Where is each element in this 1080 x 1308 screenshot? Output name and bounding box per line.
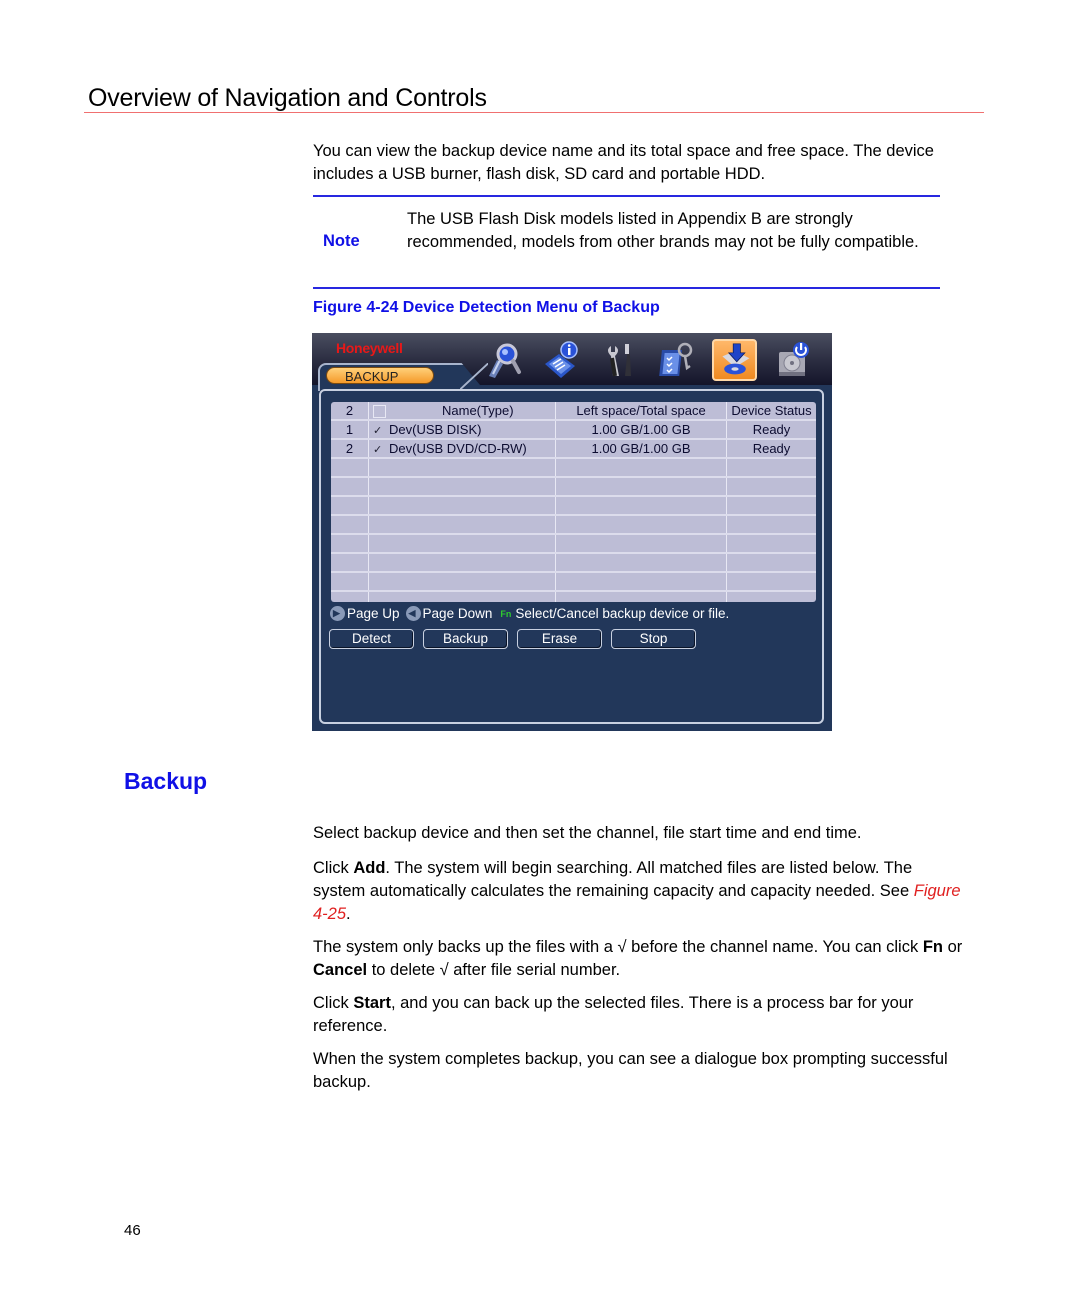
header-count: 2	[331, 402, 369, 421]
page-down-icon[interactable]: ◀	[405, 606, 421, 621]
info-icon[interactable]	[538, 339, 583, 381]
table-row[interactable]: 2 ✓ Dev(USB DVD/CD-RW) 1.00 GB/1.00 GB Re…	[331, 439, 816, 459]
empty-cell	[726, 572, 816, 592]
page-up-label: Page Up	[347, 606, 400, 621]
empty-cell	[331, 534, 369, 554]
select-all-checkbox[interactable]	[373, 405, 386, 418]
section-header: Overview of Navigation and Controls	[88, 84, 487, 112]
figure-caption: Figure 4-24 Device Detection Menu of Bac…	[313, 299, 660, 316]
shutdown-icon[interactable]	[770, 339, 815, 381]
empty-cell	[331, 515, 369, 535]
backup-paragraph-4: Click Start, and you can back up the sel…	[313, 994, 914, 1035]
device-table: 2 Name(Type) Left space/Total space Devi…	[331, 402, 816, 602]
note-bottom-divider	[313, 287, 940, 289]
empty-cell	[726, 591, 816, 602]
stop-button[interactable]: Stop	[611, 629, 696, 649]
action-buttons: Detect Backup Erase Stop	[329, 629, 696, 649]
detect-button[interactable]: Detect	[329, 629, 414, 649]
page-down-label: Page Down	[422, 606, 493, 621]
row-checkbox[interactable]: ✓	[373, 424, 385, 437]
honeywell-logo: Honeywell	[336, 340, 403, 356]
note-text: The USB Flash Disk models listed in Appe…	[407, 210, 919, 251]
empty-cell	[331, 496, 369, 516]
table-row-empty	[331, 515, 816, 535]
empty-cell	[331, 477, 369, 497]
empty-cell	[726, 553, 816, 573]
empty-cell	[368, 515, 556, 535]
empty-cell	[555, 496, 727, 516]
table-row-empty	[331, 458, 816, 478]
table-row-empty	[331, 496, 816, 516]
tab-backup[interactable]: BACKUP	[326, 367, 434, 384]
note-top-divider	[313, 195, 940, 197]
empty-cell	[726, 458, 816, 478]
empty-cell	[368, 496, 556, 516]
backup-paragraph-2: Click Add. The system will begin searchi…	[313, 859, 961, 923]
header-name: Name(Type)	[368, 402, 556, 421]
table-row-empty	[331, 477, 816, 497]
empty-cell	[726, 534, 816, 554]
page-up-icon[interactable]: ▶	[330, 606, 345, 621]
table-row-empty	[331, 572, 816, 592]
backup-paragraph-5: When the system completes backup, you ca…	[313, 1050, 948, 1091]
empty-cell	[555, 458, 727, 478]
row-space: 1.00 GB/1.00 GB	[555, 420, 727, 440]
header-status: Device Status	[726, 402, 816, 421]
empty-cell	[368, 458, 556, 478]
empty-cell	[555, 572, 727, 592]
row-number: 1	[331, 420, 369, 440]
row-name: ✓ Dev(USB DVD/CD-RW)	[368, 439, 556, 459]
fn-hint-text: Select/Cancel backup device or file.	[515, 606, 730, 621]
table-row-empty	[331, 534, 816, 554]
empty-cell	[368, 572, 556, 592]
row-space: 1.00 GB/1.00 GB	[555, 439, 727, 459]
row-number: 2	[331, 439, 369, 459]
empty-cell	[331, 572, 369, 592]
backup-paragraph-1: Select backup device and then set the ch…	[313, 824, 862, 842]
empty-cell	[331, 458, 369, 478]
empty-cell	[726, 477, 816, 497]
empty-cell	[726, 515, 816, 535]
empty-cell	[555, 534, 727, 554]
empty-cell	[368, 553, 556, 573]
header-divider	[84, 112, 984, 113]
row-name: ✓ Dev(USB DISK)	[368, 420, 556, 440]
backup-heading: Backup	[124, 768, 208, 794]
backup-icon[interactable]	[712, 339, 757, 381]
dvr-backup-screenshot: Honeywell BACKUP 2 Name(Type) Left space…	[312, 333, 832, 731]
intro-paragraph: You can view the backup device name and …	[313, 142, 934, 183]
search-icon[interactable]	[480, 339, 525, 381]
erase-button[interactable]: Erase	[517, 629, 602, 649]
empty-cell	[368, 591, 556, 602]
row-status: Ready	[726, 439, 816, 459]
empty-cell	[555, 515, 727, 535]
hint-bar: ▶ Page Up ◀ Page Down Fn Select/Cancel b…	[330, 606, 729, 621]
empty-cell	[555, 591, 727, 602]
checklist-icon[interactable]	[654, 339, 699, 381]
table-row-empty	[331, 591, 816, 602]
backup-button[interactable]: Backup	[423, 629, 508, 649]
backup-paragraph-3: The system only backs up the files with …	[313, 938, 963, 979]
empty-cell	[368, 534, 556, 554]
empty-cell	[331, 553, 369, 573]
fn-key-icon: Fn	[500, 608, 512, 619]
row-checkbox[interactable]: ✓	[373, 443, 385, 456]
row-status: Ready	[726, 420, 816, 440]
toolbar-icons	[480, 339, 815, 381]
table-header-row: 2 Name(Type) Left space/Total space Devi…	[331, 402, 816, 421]
header-space: Left space/Total space	[555, 402, 727, 421]
empty-cell	[726, 496, 816, 516]
page-number: 46	[124, 1222, 141, 1239]
note-label: Note	[323, 232, 360, 250]
empty-cell	[368, 477, 556, 497]
table-row-empty	[331, 553, 816, 573]
empty-cell	[331, 591, 369, 602]
empty-cell	[555, 477, 727, 497]
table-row[interactable]: 1 ✓ Dev(USB DISK) 1.00 GB/1.00 GB Ready	[331, 420, 816, 440]
empty-cell	[555, 553, 727, 573]
tools-icon[interactable]	[596, 339, 641, 381]
